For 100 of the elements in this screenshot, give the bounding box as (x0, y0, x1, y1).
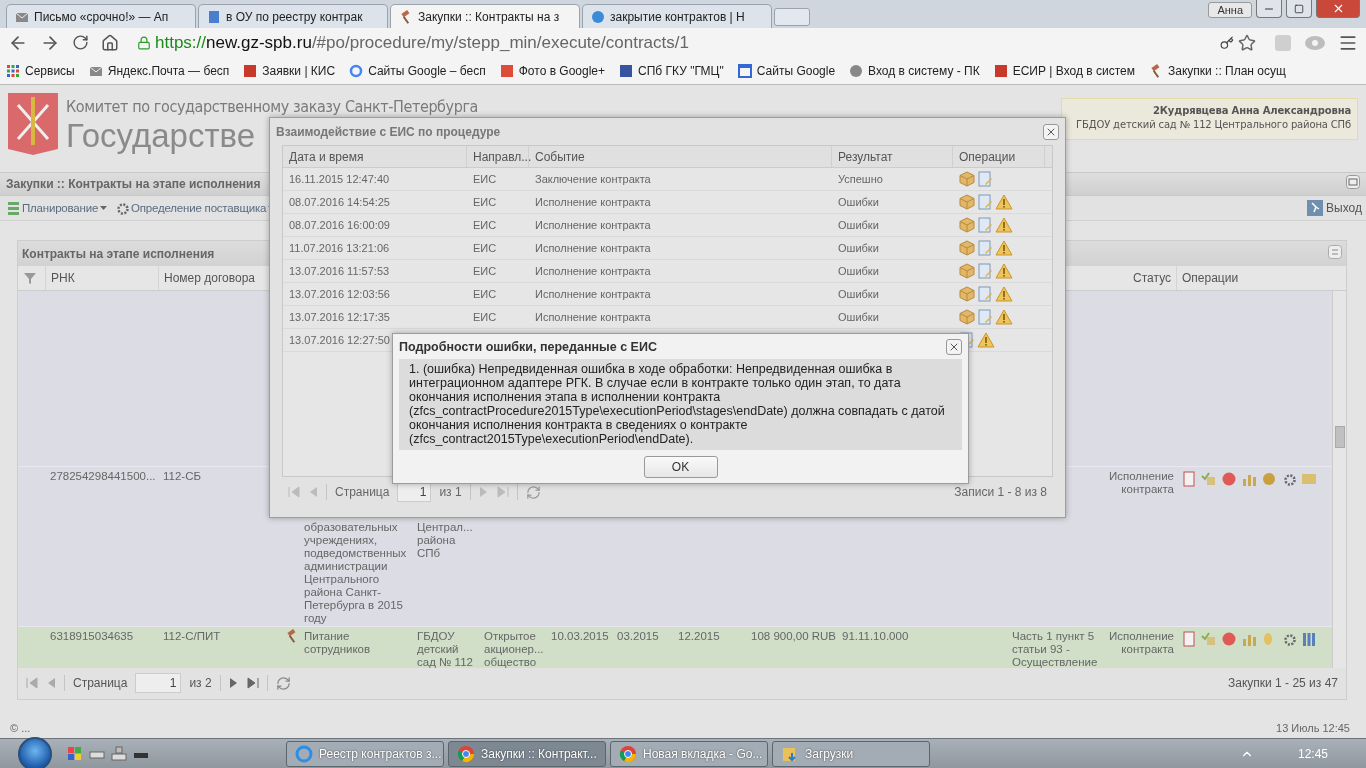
table-cell: ЕИС (473, 242, 497, 254)
exit-button[interactable]: Выход (1307, 200, 1362, 216)
dialog-title: Взаимодействие с ЕИС по процедуре (276, 124, 501, 139)
column-header[interactable]: Операции (1182, 271, 1239, 285)
table-cell: Успешно (838, 173, 883, 185)
pager-label: Страница (73, 676, 128, 690)
date-time: 13 Июль 12:45 (1276, 722, 1350, 734)
table-cell: Открытое акционер... общество (484, 630, 544, 668)
table-cell: ЕИС (473, 311, 497, 323)
table-cell: Исполнение контракта (535, 311, 651, 323)
table-cell: 13.07.2016 12:17:35 (289, 311, 390, 323)
dialog-title: Подробности ошибки, переданные с ЕИС (399, 339, 657, 354)
table-row[interactable]: 13.07.2016 12:03:56 ЕИС Исполнение контракта Ошибки (283, 283, 1052, 306)
table-cell: 6318915034635 (50, 630, 134, 643)
organization-name: ГБДОУ детский сад № 112 Центрального района СПб (1076, 119, 1351, 130)
records-summary: Записи 1 - 8 из 8 (954, 485, 1047, 499)
table-cell: 11.07.2016 13:21:06 (289, 242, 390, 254)
table-cell: Часть 1 пункт 5 статьи 93 - Осуществление (1012, 630, 1098, 668)
bookmark[interactable]: ЕСИР | Вход в систем (993, 63, 1135, 78)
profile-name[interactable]: Анна (1208, 2, 1252, 18)
table-cell: Ошибки (838, 242, 879, 254)
browser-tab[interactable]: Письмо «срочно!» — Ап (6, 4, 196, 28)
table-cell: ЕИС (473, 196, 497, 208)
records-summary: Закупки 1 - 25 из 47 (1228, 676, 1338, 690)
table-cell: Ошибки (838, 265, 879, 277)
page-title: Закупки :: Контракты на этапе исполнения (6, 177, 261, 191)
table-cell: ЕИС (473, 173, 497, 185)
table-cell: ЕИС (473, 265, 497, 277)
table-cell: Ошибки (838, 196, 879, 208)
table-row[interactable]: 13.07.2016 11:57:53 ЕИС Исполнение контракта Ошибки (283, 260, 1052, 283)
table-cell: 10.03.2015 (551, 630, 609, 643)
table-row[interactable]: 13.07.2016 12:17:35 ЕИС Исполнение контракта Ошибки (283, 306, 1052, 329)
page-count: из 2 (189, 676, 212, 690)
browser-tab[interactable]: в ОУ по реестру контрак (198, 4, 388, 28)
page-field[interactable]: 1 (397, 482, 432, 502)
bookmark[interactable]: Сайты Google – бесп (349, 63, 486, 78)
ok-button[interactable]: OK (643, 456, 718, 478)
column-header[interactable]: Дата и время (289, 149, 364, 164)
browser-tab[interactable]: закрытие контрактов | Н (582, 4, 772, 28)
bookmark[interactable]: Фото в Google+ (499, 63, 606, 78)
bookmark[interactable]: Сервисы (6, 63, 75, 78)
table-cell: Исполнение контракта (535, 288, 651, 300)
copyright: © ... (10, 722, 31, 734)
table-row[interactable]: 11.07.2016 13:21:06 ЕИС Исполнение контракта Ошибки (283, 237, 1052, 260)
column-header[interactable]: Направл... (473, 149, 532, 164)
table-cell: 08.07.2016 14:54:25 (289, 196, 390, 208)
table-cell: 278254298441500... (50, 470, 156, 483)
table-cell-text: ГБДОУ детский сад № 112 (417, 630, 474, 668)
table-cell: 16.11.2015 12:47:40 (289, 173, 390, 185)
table-row[interactable]: 08.07.2016 14:54:25 ЕИС Исполнение контракта Ошибки (283, 191, 1052, 214)
bookmark[interactable]: Сайты Google (737, 63, 836, 78)
table-cell: 03.2015 (617, 630, 659, 643)
table-cell: 13.07.2016 11:57:53 (289, 265, 390, 277)
user-name: 2Кудрявцева Анна Александровна (1153, 105, 1351, 116)
table-row[interactable]: 08.07.2016 16:00:09 ЕИС Исполнение контракта Ошибки (283, 214, 1052, 237)
toolbar-menu[interactable]: Планирование (4, 201, 108, 215)
bookmark[interactable]: Закупки :: План осущ (1148, 63, 1286, 78)
page-count: из 1 (439, 485, 462, 499)
committee-title: Комитет по государственному заказу Санкт-Петербурга (66, 97, 479, 116)
browser-tab[interactable]: Закупки :: Контракты на з (390, 4, 580, 28)
table-cell: 112-СБ (163, 470, 201, 483)
column-header[interactable]: Номер договора (164, 271, 255, 285)
table-cell: 108 900,00 RUB (751, 630, 837, 643)
column-header[interactable]: Результат (838, 149, 893, 164)
table-cell: 08.07.2016 16:00:09 (289, 219, 390, 231)
column-header[interactable]: РНК (51, 271, 75, 285)
page-field[interactable]: 1 (135, 673, 182, 693)
table-cell: 13.07.2016 12:03:56 (289, 288, 390, 300)
table-cell-text: Исполнение контракта (1108, 470, 1174, 496)
error-message: 1. (ошибка) Непредвиденная ошибка в ходе обработки: Непредвиденная ошибка в интеграционном адаптере РГК. В случае если в контракте только один этап, то дата окончания исполнения этапа в исполнении контракта (zfcs_contractProcedure2015Type\executionPeriod\stages\endDate) должна совпадать с датой окончания исполнения контракта в сведениях о контракте (zfcs_contract2015Type\executionPeriod\endDate). (399, 359, 962, 450)
table-cell: Исполнение контракта (535, 196, 651, 208)
bookmark[interactable]: Яндекс.Почта — бесп (88, 63, 230, 78)
column-header[interactable]: Операции (959, 149, 1016, 164)
table-cell: ЕИС (473, 288, 497, 300)
pager-label: Страница (335, 485, 390, 499)
table-cell: 91.11.10.000 (842, 630, 909, 643)
brand-title: Государстве (66, 116, 255, 156)
table-cell-text: образовательных учреждениях, подведомственных администрации Центрального района Санкт-Петербурга в 2015 году (304, 521, 408, 625)
taskbar-button[interactable]: Закупки :: Контракт... (448, 740, 606, 767)
bookmark[interactable]: Заявки | КИС (243, 63, 336, 78)
table-cell-text: Питание сотрудников (304, 630, 372, 656)
table-cell: 12.2015 (678, 630, 720, 643)
table-cell: Ошибки (838, 288, 879, 300)
table-row[interactable]: 16.11.2015 12:47:40 ЕИС Заключение контракта Успешно (283, 168, 1052, 191)
panel-title: Контракты на этапе исполнения (22, 246, 215, 261)
table-cell: Ошибки (838, 311, 879, 323)
table-cell: Исполнение контракта (535, 242, 651, 254)
bookmark[interactable]: СПб ГКУ "ГМЦ" (619, 63, 724, 78)
bookmark[interactable]: Вход в систему - ПК (849, 63, 980, 78)
table-cell: Ошибки (838, 219, 879, 231)
table-cell: ЕИС (473, 219, 497, 231)
table-cell: Исполнение контракта (535, 219, 651, 231)
column-header[interactable]: Статус (1133, 271, 1171, 285)
clock: 12:45 (1297, 746, 1328, 761)
column-header[interactable]: Событие (535, 149, 585, 164)
table-cell: 13.07.2016 12:27:50 (289, 334, 390, 346)
table-cell-text: Исполнение контракта (1108, 630, 1174, 656)
table-cell: Заключение контракта (535, 173, 651, 185)
table-cell: 112-С/ПИТ (163, 630, 221, 643)
table-cell-text: Централ... района СПб (417, 521, 474, 560)
